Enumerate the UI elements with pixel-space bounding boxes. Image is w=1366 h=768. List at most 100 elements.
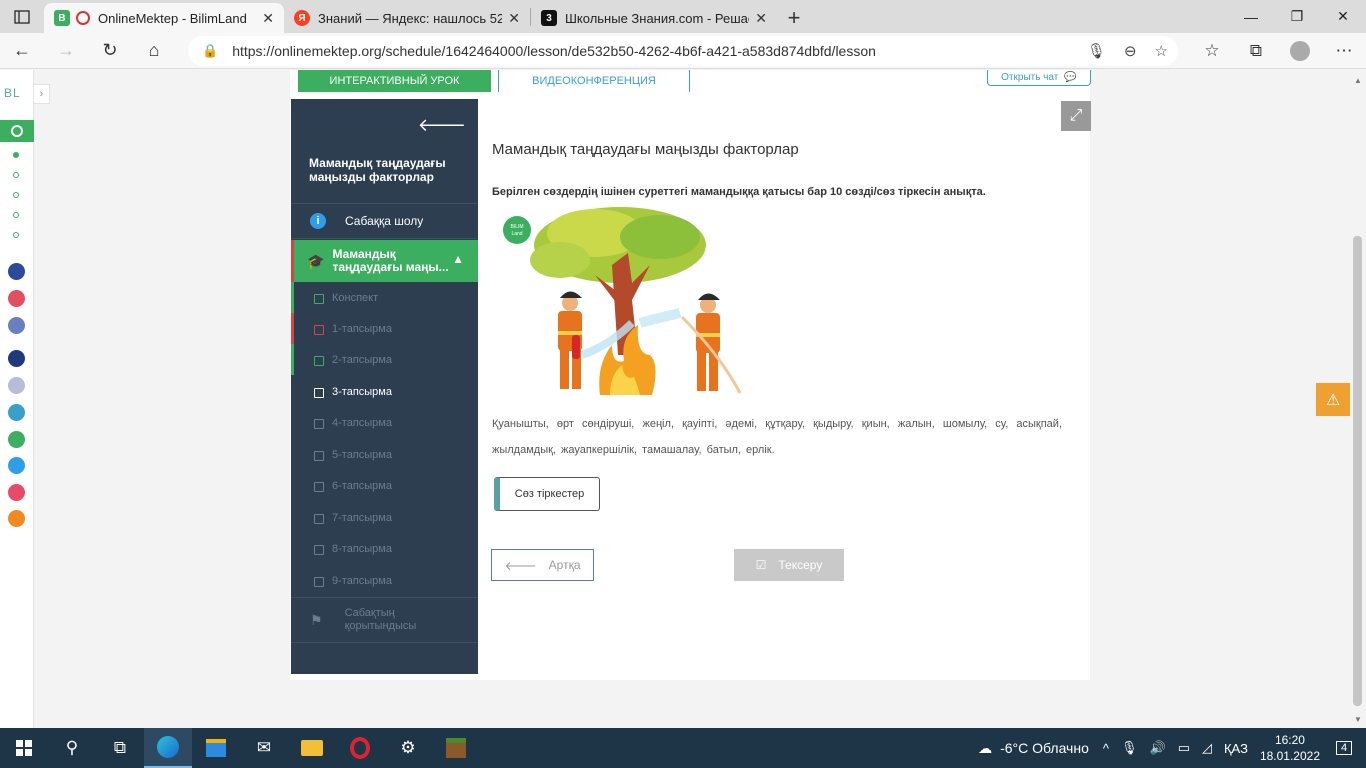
rail-app-icon[interactable] [8, 431, 25, 448]
collections-icon[interactable]: ⧉ [1234, 41, 1278, 61]
rail-app-icon[interactable] [8, 510, 25, 527]
rail-dot[interactable] [13, 152, 19, 158]
tab-interactive-lesson[interactable]: ИНТЕРАКТИВНЫЙ УРОК [298, 70, 491, 92]
notification-count: 4 [1335, 741, 1353, 755]
address-bar[interactable]: 🔒 https://onlinemektep.org/schedule/1642… [188, 36, 1178, 66]
clock-date: 18.01.2022 [1259, 749, 1320, 763]
rail-expand-chevron-icon[interactable]: › [34, 84, 50, 104]
cloud-icon: ☁ [978, 739, 993, 756]
microphone-icon[interactable]: 🎙 [1121, 740, 1138, 756]
sidebar-item-task-6[interactable]: 6-тапсырма [291, 470, 478, 501]
rail-app-icon[interactable] [8, 263, 25, 280]
scroll-up-icon[interactable]: ▲ [1354, 76, 1362, 85]
notification-center-icon[interactable]: 4 [1332, 739, 1356, 757]
collapse-sidebar-arrow-icon[interactable]: 🡐 [418, 115, 466, 136]
sidebar-item-task-7[interactable]: 7-тапсырма [291, 502, 478, 533]
recording-icon [76, 11, 90, 25]
sidebar-item-task-3[interactable]: 3-тапсырма [291, 376, 478, 407]
mail-icon[interactable]: ✉ [240, 728, 288, 768]
sidebar-item-label: 8-тапсырма [332, 542, 392, 555]
edit-icon [314, 418, 324, 429]
forward-arrow-icon[interactable]: → [44, 33, 88, 69]
refresh-icon[interactable]: ↻ [88, 33, 132, 69]
chat-icon: 💬 [1064, 72, 1077, 83]
task-view-icon[interactable]: ⧉ [96, 728, 144, 768]
page-scrollbar[interactable]: ▲ ▼ [1350, 70, 1366, 728]
sidebar-section-label: Мамандық таңдаудағы маңы... [332, 247, 449, 274]
search-icon[interactable]: ⚲ [48, 728, 96, 768]
microphone-icon[interactable]: 🎙 [1087, 42, 1106, 60]
scroll-down-icon[interactable]: ▼ [1354, 715, 1362, 724]
sidebar-item-summary[interactable]: ⚑ Сабақтың қорытындысы [291, 597, 478, 643]
scrollbar-thumb[interactable] [1353, 236, 1362, 706]
minimize-icon[interactable]: — [1228, 0, 1274, 33]
rail-app-icon[interactable] [8, 484, 25, 501]
fullscreen-expand-icon[interactable]: ⤢ [1061, 101, 1091, 131]
sidebar-item-task-1[interactable]: 1-тапсырма [291, 313, 478, 344]
browser-tab-onlinemektep[interactable]: B OnlineMektep - BilimLand ✕ [44, 3, 284, 33]
rail-item-onlinemektep[interactable] [0, 120, 34, 142]
sidebar-item-konspekt[interactable]: Конспект [291, 282, 478, 313]
rail-app-icon[interactable] [8, 350, 25, 367]
chevron-up-icon[interactable]: ^ [1103, 741, 1109, 756]
rail-dot[interactable] [13, 232, 19, 238]
sidebar-item-overview[interactable]: i Сабаққа шолу [291, 203, 478, 239]
more-menu-icon[interactable]: ⋯ [1322, 41, 1366, 61]
tray-icons: ^ 🎙 🔊 ▭ ◿ ҚАЗ [1103, 740, 1248, 756]
network-icon[interactable]: ◿ [1202, 740, 1212, 756]
microsoft-store-icon[interactable] [192, 728, 240, 768]
minecraft-icon[interactable] [432, 728, 480, 768]
chevron-up-icon[interactable]: ▲ [452, 253, 464, 266]
bilimland-favicon-icon: B [54, 10, 70, 26]
close-tab-icon[interactable]: ✕ [508, 10, 520, 27]
speaker-icon[interactable]: 🔊 [1150, 740, 1166, 756]
arrow-left-icon: 🡐 [504, 558, 537, 573]
sidebar-item-task-4[interactable]: 4-тапсырма [291, 407, 478, 438]
rail-dot[interactable] [13, 212, 19, 218]
home-icon[interactable]: ⌂ [132, 33, 176, 69]
tab-videoconference[interactable]: ВИДЕОКОНФЕРЕНЦИЯ [498, 70, 690, 92]
clock[interactable]: 16:20 18.01.2022 [1260, 732, 1320, 764]
browser-tab-yandex[interactable]: Я Знаний — Яндекс: нашлось 52 тыс. резул… [284, 3, 530, 33]
sidebar-item-task-8[interactable]: 8-тапсырма [291, 533, 478, 564]
settings-gear-icon[interactable]: ⚙ [384, 728, 432, 768]
restore-icon[interactable]: ❐ [1274, 0, 1320, 33]
check-button[interactable]: ☑ Тексеру [734, 549, 844, 581]
add-favorite-icon[interactable]: ☆ [1155, 42, 1168, 60]
sidebar-section-lesson[interactable]: 🎓 Мамандық таңдаудағы маңы... ▲ [291, 240, 478, 282]
sidebar-item-task-5[interactable]: 5-тапсырма [291, 439, 478, 470]
sidebar-item-task-9[interactable]: 9-тапсырма [291, 565, 478, 596]
rail-app-icon[interactable] [8, 404, 25, 421]
open-chat-button[interactable]: Открыть чат 💬 [987, 70, 1091, 86]
check-button-label: Тексеру [778, 558, 823, 572]
input-language[interactable]: ҚАЗ [1224, 741, 1248, 756]
sidebar-item-task-2[interactable]: 2-тапсырма [291, 344, 478, 375]
rail-app-icon[interactable] [8, 317, 25, 334]
new-tab-button[interactable]: + [777, 3, 811, 33]
word-phrases-button[interactable]: Сөз тіркестер [494, 477, 600, 511]
weather-widget[interactable]: ☁ -6°C Облачно [978, 740, 1089, 757]
close-tab-icon[interactable]: ✕ [262, 10, 274, 27]
rail-app-icon[interactable] [8, 457, 25, 474]
rail-app-icon[interactable] [8, 290, 25, 307]
warning-report-icon[interactable]: ⚠ [1316, 383, 1350, 416]
close-window-icon[interactable]: ✕ [1320, 0, 1366, 33]
browser-tab-znaniya[interactable]: 3 Школьные Знания.com - Решаем ✕ [531, 3, 777, 33]
profile-avatar[interactable] [1278, 41, 1322, 61]
tab-actions-button[interactable] [0, 0, 44, 33]
close-tab-icon[interactable]: ✕ [755, 10, 767, 27]
edge-browser-icon[interactable] [144, 728, 192, 768]
file-explorer-icon[interactable] [288, 728, 336, 768]
opera-icon[interactable] [336, 728, 384, 768]
back-button[interactable]: 🡐 Артқа [491, 549, 594, 581]
rail-dot[interactable] [13, 172, 19, 178]
start-windows-icon[interactable] [0, 728, 48, 768]
browser-actions: ☆ ⧉ ⋯ [1190, 33, 1366, 69]
favorites-icon[interactable]: ☆ [1190, 41, 1234, 61]
sidebar-item-label: 5-тапсырма [332, 448, 392, 461]
back-arrow-icon[interactable]: ← [0, 33, 44, 69]
battery-icon[interactable]: ▭ [1178, 740, 1190, 756]
zoom-icon[interactable]: ⊖ [1124, 42, 1137, 60]
rail-app-icon[interactable] [8, 377, 25, 394]
rail-dot[interactable] [13, 192, 19, 198]
